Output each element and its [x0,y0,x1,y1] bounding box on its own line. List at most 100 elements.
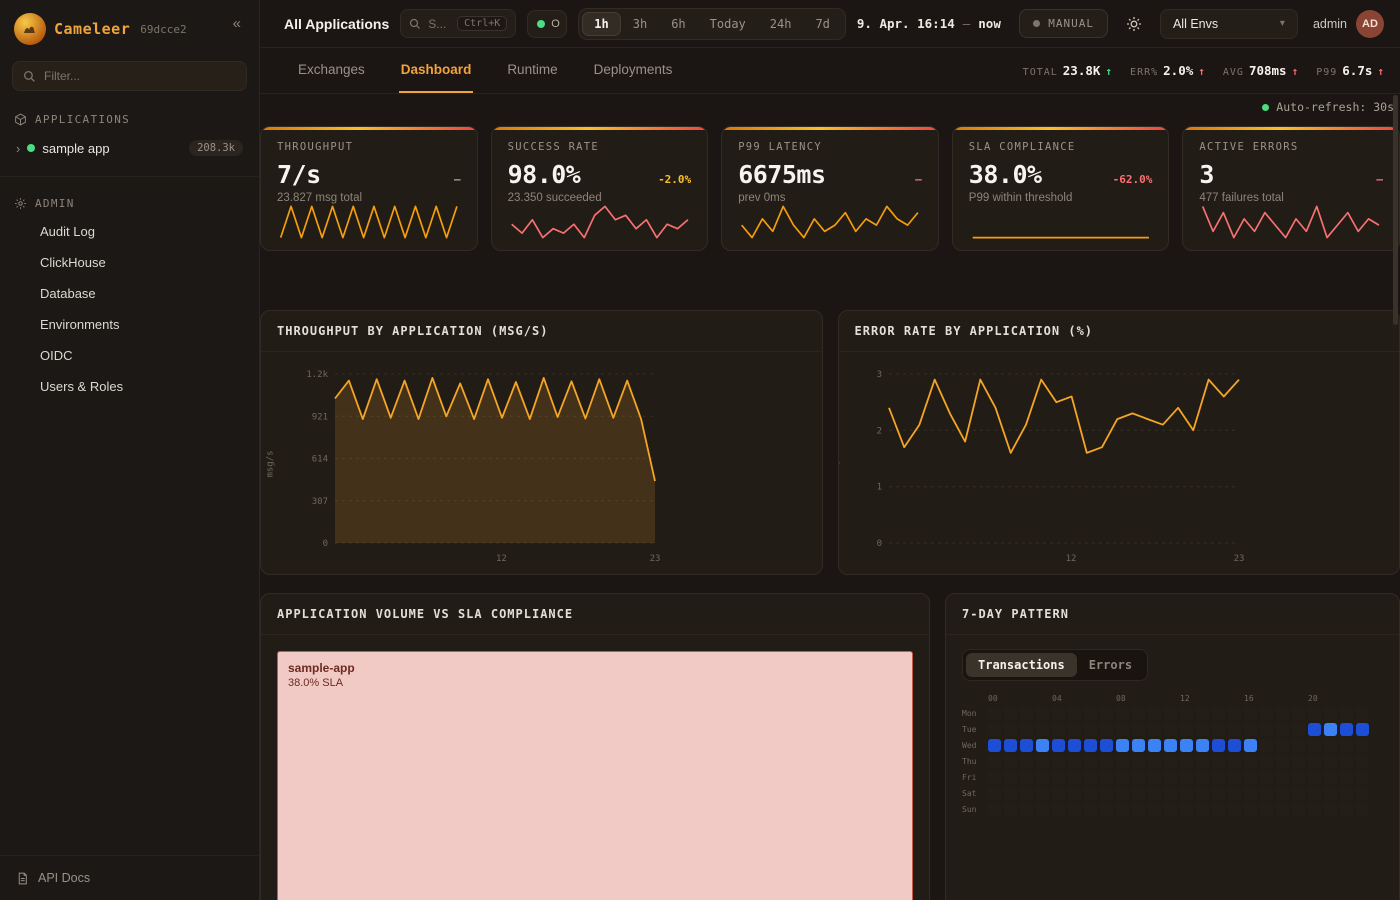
svg-text:3: 3 [876,370,881,380]
camel-logo-icon [14,13,46,45]
heatmap-cell [1340,803,1353,816]
theme-toggle-button[interactable] [1119,9,1149,39]
heatmap-cell [1276,723,1289,736]
auto-refresh-indicator[interactable]: Auto-refresh: 30s [260,94,1400,114]
heatmap-cell [1196,739,1209,752]
treemap-cell-sample-app[interactable]: sample-app 38.0% SLA [277,651,913,900]
heatmap-cell [1020,803,1033,816]
tab-exchanges[interactable]: Exchanges [296,48,367,93]
heatmap-cell [1180,787,1193,800]
sidebar-item-audit-log[interactable]: Audit Log [0,216,259,247]
heatmap-day-label: Tue [962,725,985,734]
heatmap-cell [1180,707,1193,720]
heatmap-cell [1084,771,1097,784]
kpi-value: 6675ms [738,160,825,189]
kpi-delta-badge: – [915,173,922,186]
heatmap-cell [1052,755,1065,768]
user-chip[interactable]: admin AD [1313,10,1384,38]
app-item-label: sample app [42,141,109,156]
time-range-24h[interactable]: 24h [758,12,804,36]
heatmap-cell [1116,723,1129,736]
svg-text:921: 921 [312,412,328,422]
heatmap-day-label: Thu [962,757,985,766]
svg-text:2: 2 [876,426,881,436]
date-range-display[interactable]: 9. Apr. 16:14 — now [857,16,1001,31]
sidebar-item-environments[interactable]: Environments [0,309,259,340]
sidebar-item-sample-app[interactable]: › sample app 208.3k [8,134,251,162]
manual-refresh-button[interactable]: MANUAL [1019,9,1108,38]
filter-input[interactable] [44,69,236,83]
svg-text:12: 12 [496,554,507,564]
heatmap-cell [1276,739,1289,752]
api-docs-link[interactable]: API Docs [0,855,259,900]
collapse-sidebar-button[interactable]: « [229,13,245,34]
tab-errors[interactable]: Errors [1077,653,1144,677]
tab-deployments[interactable]: Deployments [592,48,675,93]
tab-dashboard[interactable]: Dashboard [399,48,474,93]
heatmap-cell [1004,723,1017,736]
global-search-button[interactable]: S... Ctrl+K [400,9,516,38]
heatmap-cell [1228,755,1241,768]
header-stats: TOTAL 23.8K ↑ ERR% 2.0% ↑ AVG 708ms ↑ P9… [1023,48,1384,93]
heatmap-cell [1292,803,1305,816]
sidebar-filter[interactable] [12,61,247,91]
tab-transactions[interactable]: Transactions [966,653,1077,677]
sparkline-chart [1199,204,1383,240]
chevron-right-icon[interactable]: › [16,141,20,156]
sidebar-item-database[interactable]: Database [0,278,259,309]
heatmap-cell [1260,803,1273,816]
live-status-pill[interactable]: O [527,10,567,38]
kpi-value-row: 7/s – [277,160,461,189]
kpi-delta-badge: – [1376,173,1383,186]
heatmap-row: Wed [962,739,1383,752]
heatmap-hour-label [1164,694,1177,703]
auto-refresh-label: Auto-refresh: 30s [1276,100,1394,114]
heatmap-row: Fri [962,771,1383,784]
heatmap-cell [1228,739,1241,752]
sidebar-item-clickhouse[interactable]: ClickHouse [0,247,259,278]
heatmap-cell [1292,707,1305,720]
time-range-6h[interactable]: 6h [659,12,697,36]
heatmap-cell [1020,723,1033,736]
tab-runtime[interactable]: Runtime [505,48,559,93]
sidebar-item-users-roles[interactable]: Users & Roles [0,371,259,402]
time-range-today[interactable]: Today [698,12,758,36]
treemap-cell-sla: 38.0% SLA [288,677,902,689]
heatmap-cell [1308,787,1321,800]
heatmap-hour-label: 20 [1308,694,1321,703]
stat-p99: P99 6.7s ↑ [1316,63,1384,78]
heatmap-cell [1228,723,1241,736]
heatmap-cell [1356,755,1369,768]
time-range-1h[interactable]: 1h [582,12,620,36]
search-placeholder-text: S... [428,17,446,31]
time-range-3h[interactable]: 3h [621,12,659,36]
scrollbar-thumb[interactable] [1393,95,1398,325]
heatmap-cell [1004,755,1017,768]
sidebar-item-oidc[interactable]: OIDC [0,340,259,371]
time-range-7d[interactable]: 7d [803,12,841,36]
topbar: All Applications S... Ctrl+K O 1h 3h 6h … [260,0,1400,48]
heatmap-cell [1276,803,1289,816]
heatmap-day-label: Sun [962,805,985,814]
heatmap-hour-label [1084,694,1097,703]
sparkline-chart [969,204,1153,240]
trend-up-icon: ↑ [1292,65,1299,78]
avatar[interactable]: AD [1356,10,1384,38]
heatmap-hour-label [1260,694,1273,703]
kpi-subtitle: 23.350 succeeded [508,192,692,204]
heatmap-cell [988,803,1001,816]
tab-bar: Exchanges Dashboard Runtime Deployments … [260,48,1400,94]
heatmap-cell [1244,803,1257,816]
environment-select[interactable]: All Envs ▾ [1160,9,1298,39]
heatmap-cell [1212,739,1225,752]
username-label: admin [1313,17,1347,31]
kpi-value: 7/s [277,160,321,189]
page-title: All Applications [284,16,389,32]
status-dot-icon [27,144,35,152]
heatmap-hour-label [1068,694,1081,703]
heatmap-hour-label [1020,694,1033,703]
kpi-delta-badge: -2.0% [658,173,691,186]
svg-text:12: 12 [1065,554,1076,564]
heatmap-cell [1260,723,1273,736]
heatmap-cell [1260,787,1273,800]
